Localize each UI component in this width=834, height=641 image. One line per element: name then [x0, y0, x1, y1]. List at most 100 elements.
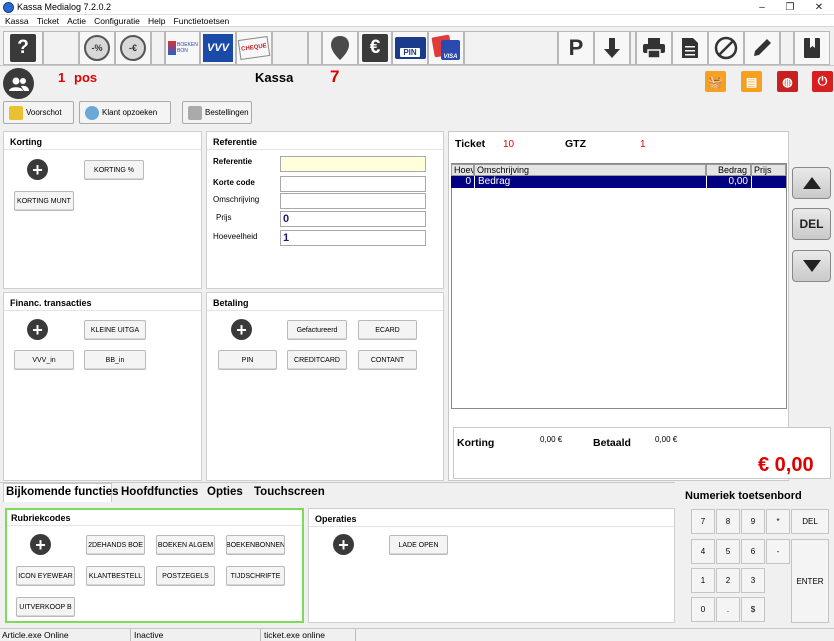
klant-opzoeken-button[interactable]: Klant opzoeken	[79, 101, 171, 124]
lade-open-button[interactable]: LADE OPEN	[389, 535, 448, 555]
tab-hoofdfuncties[interactable]: Hoofdfuncties	[121, 486, 198, 498]
key-6[interactable]: 6	[741, 539, 765, 564]
key-decimal[interactable]: .	[716, 597, 740, 622]
document-button[interactable]	[672, 31, 708, 65]
toolbar-empty-slot[interactable]	[43, 31, 79, 65]
rubriek-klantbestell-button[interactable]: KLANTBESTELL	[86, 566, 145, 586]
rubriek-boeken-algem-button[interactable]: BOEKEN ALGEM	[156, 535, 215, 555]
creditcard-button[interactable]: VISA	[428, 31, 464, 65]
rubriek-tijdschrifte-button[interactable]: TIJDSCHRIFTE	[226, 566, 285, 586]
scroll-down-button[interactable]	[792, 250, 831, 282]
ecard-button[interactable]: ECARD	[358, 320, 417, 340]
globe-tile[interactable]: ◍	[777, 71, 798, 92]
col-omschrijving[interactable]: Omschrijving	[474, 164, 706, 176]
rubriek-boekenbonnen-button[interactable]: BOEKENBONNEN	[226, 535, 285, 555]
pin-card-label: PIN	[400, 48, 420, 57]
col-bedrag[interactable]: Bedrag	[706, 164, 751, 176]
key-enter[interactable]: ENTER	[791, 539, 829, 623]
creditcard-pay-button[interactable]: CREDITCARD	[287, 350, 347, 370]
key-multiply[interactable]: *	[766, 509, 790, 534]
gtz-value: 1	[640, 139, 646, 150]
add-transactie-button[interactable]: +	[27, 319, 48, 340]
power-tile[interactable]: ⏻	[812, 71, 833, 92]
delete-line-button[interactable]: DEL	[792, 208, 831, 240]
download-button[interactable]	[594, 31, 630, 65]
location-button[interactable]	[322, 31, 358, 65]
col-hoeveelheid[interactable]: Hoev	[451, 164, 474, 176]
rubriek-uitverkoop-button[interactable]: UITVERKOOP B	[16, 597, 75, 617]
bookmark-button[interactable]	[794, 31, 830, 65]
referentie-input[interactable]	[280, 156, 426, 172]
pin-payment-button[interactable]: PIN	[392, 31, 428, 65]
toolbar-spacer	[151, 31, 165, 65]
key-2[interactable]: 2	[716, 568, 740, 593]
key-del[interactable]: DEL	[791, 509, 829, 534]
user-avatar[interactable]	[3, 68, 34, 99]
col-prijs[interactable]: Prijs	[751, 164, 786, 176]
cash-euro-button[interactable]: €	[358, 31, 392, 65]
gefactureerd-button[interactable]: Gefactureerd	[287, 320, 347, 340]
discount-euro-button[interactable]: -€	[115, 31, 151, 65]
order-cart-icon	[188, 105, 202, 120]
boekenbon-button[interactable]: BOEKEN BON	[165, 31, 200, 65]
add-betaling-button[interactable]: +	[231, 319, 252, 340]
hoeveelheid-input[interactable]: 1	[280, 230, 426, 246]
menu-kassa[interactable]: Kassa	[5, 15, 29, 27]
pin-button[interactable]: PIN	[218, 350, 277, 370]
rubriek-2dehands-button[interactable]: 2DEHANDS BOE	[86, 535, 145, 555]
vvv-in-button[interactable]: VVV_in	[14, 350, 74, 370]
add-operatie-button[interactable]: +	[333, 534, 354, 555]
korting-percent-button[interactable]: KORTING %	[84, 160, 144, 180]
contant-button[interactable]: CONTANT	[358, 350, 417, 370]
tab-touchscreen[interactable]: Touchscreen	[254, 486, 325, 498]
key-5[interactable]: 5	[716, 539, 740, 564]
close-button[interactable]: ✕	[805, 0, 833, 15]
print-button[interactable]	[636, 31, 672, 65]
cancel-button[interactable]	[708, 31, 744, 65]
basket-tile[interactable]: 🧺	[705, 71, 726, 92]
rubriek-icon-eyewear-button[interactable]: ICON EYEWEAR	[16, 566, 75, 586]
maximize-button[interactable]: ❐	[776, 0, 804, 15]
edit-button[interactable]	[744, 31, 780, 65]
total-amount: € 0,00	[758, 454, 814, 476]
voorschot-button[interactable]: Voorschot	[3, 101, 74, 124]
divider	[7, 525, 302, 526]
minimize-button[interactable]: –	[748, 0, 776, 15]
menu-help[interactable]: Help	[148, 15, 165, 27]
discount-percent-button[interactable]: -%	[79, 31, 115, 65]
key-7[interactable]: 7	[691, 509, 715, 534]
bb-in-button[interactable]: BB_in	[84, 350, 146, 370]
bestellingen-button[interactable]: Bestellingen	[182, 101, 252, 124]
menu-functietoetsen[interactable]: Functietoetsen	[174, 15, 230, 27]
prijs-input[interactable]: 0	[280, 211, 426, 227]
add-korting-button[interactable]: +	[27, 159, 48, 180]
cheque-button[interactable]: CHEQUE	[236, 31, 272, 65]
status-article: Article.exe Online	[2, 630, 69, 640]
menu-ticket[interactable]: Ticket	[37, 15, 59, 27]
ticket-grid[interactable]	[451, 163, 787, 409]
menu-configuratie[interactable]: Configuratie	[94, 15, 140, 27]
receipt-tile[interactable]: ▤	[741, 71, 762, 92]
key-dollar[interactable]: $	[741, 597, 765, 622]
key-minus[interactable]: -	[766, 539, 790, 564]
key-0[interactable]: 0	[691, 597, 715, 622]
key-8[interactable]: 8	[716, 509, 740, 534]
kleine-uitgaaf-button[interactable]: KLEINE UITGA	[84, 320, 146, 340]
key-9[interactable]: 9	[741, 509, 765, 534]
key-4[interactable]: 4	[691, 539, 715, 564]
vvv-button[interactable]: VVV	[200, 31, 236, 65]
key-1[interactable]: 1	[691, 568, 715, 593]
parking-button[interactable]: P	[558, 31, 594, 65]
scroll-up-button[interactable]	[792, 167, 831, 199]
menu-actie[interactable]: Actie	[67, 15, 86, 27]
toolbar-empty-slot-2[interactable]	[272, 31, 308, 65]
tab-opties[interactable]: Opties	[207, 486, 243, 498]
korte-code-input[interactable]	[280, 176, 426, 192]
help-button[interactable]: ?	[3, 31, 43, 65]
korting-munt-button[interactable]: KORTING MUNT	[14, 191, 74, 211]
rubriekcodes-panel: Rubriekcodes + 2DEHANDS BOE BOEKEN ALGEM…	[5, 508, 304, 623]
add-rubriek-button[interactable]: +	[30, 534, 51, 555]
omschrijving-input[interactable]	[280, 193, 426, 209]
rubriek-postzegels-button[interactable]: POSTZEGELS	[156, 566, 215, 586]
key-3[interactable]: 3	[741, 568, 765, 593]
